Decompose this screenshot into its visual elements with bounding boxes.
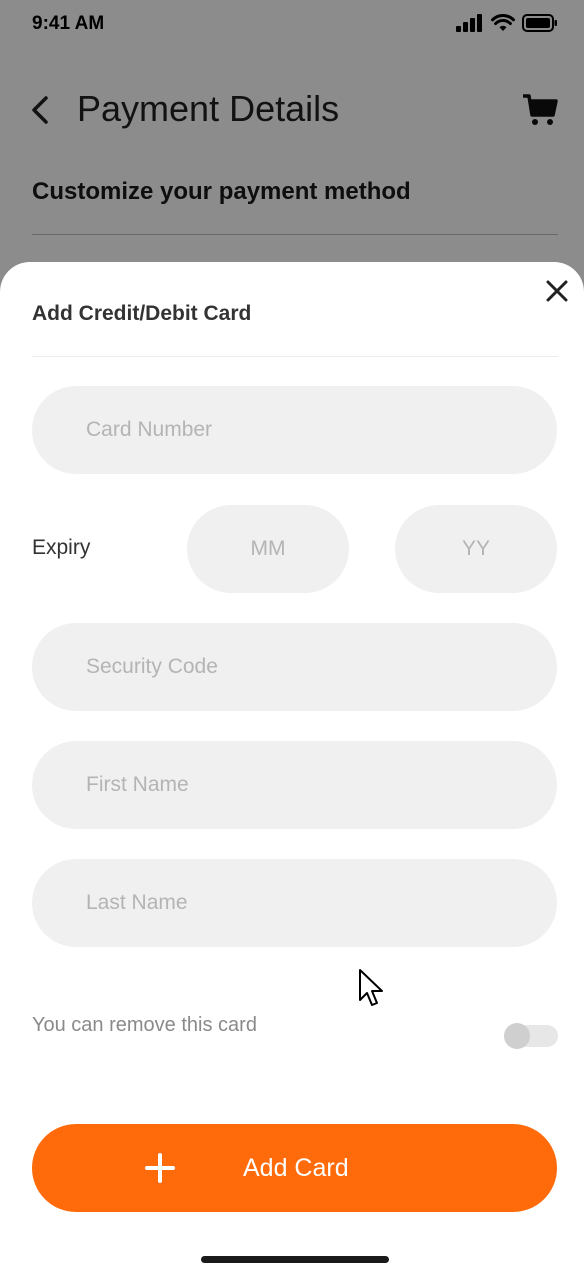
card-number-input[interactable] [32,386,557,474]
remove-card-label: You can remove this card [32,1014,257,1036]
expiry-year-input[interactable] [395,505,557,593]
home-indicator [201,1256,389,1263]
add-card-label: Add Card [243,1154,349,1182]
expiry-month-input[interactable] [187,505,349,593]
expiry-label: Expiry [32,536,91,559]
last-name-input[interactable] [32,859,557,947]
divider [32,356,558,357]
close-icon[interactable] [544,278,570,304]
sheet-title: Add Credit/Debit Card [32,302,252,325]
security-code-input[interactable] [32,623,557,711]
add-card-button[interactable]: Add Card [32,1124,557,1212]
add-card-sheet: Add Credit/Debit Card Expiry You can rem… [0,262,584,1272]
first-name-input[interactable] [32,741,557,829]
plus-icon [145,1153,175,1183]
remove-card-toggle[interactable] [504,1023,558,1049]
mouse-cursor-icon [359,969,383,1006]
toggle-knob [504,1023,530,1049]
